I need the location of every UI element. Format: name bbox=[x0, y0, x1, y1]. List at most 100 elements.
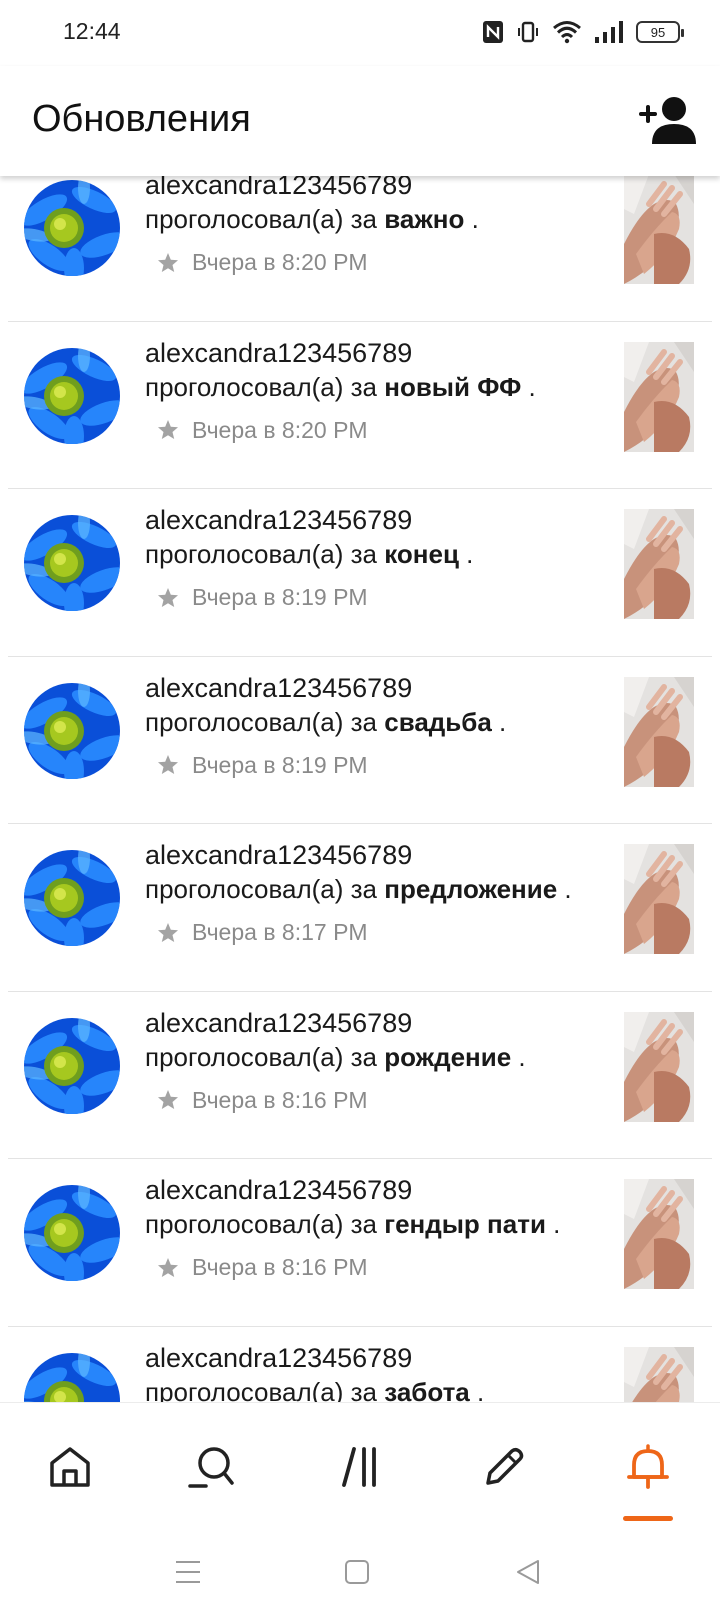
app-header: Обновления bbox=[0, 66, 720, 176]
avatar[interactable] bbox=[24, 1017, 120, 1114]
add-user-button[interactable] bbox=[638, 94, 698, 146]
story-cover-thumbnail[interactable] bbox=[624, 341, 694, 452]
avatar[interactable] bbox=[24, 180, 120, 276]
update-meta: Вчера в 8:16 PM bbox=[156, 1254, 368, 1281]
update-meta: Вчера в 8:17 PM bbox=[156, 919, 368, 946]
update-text: проголосовал(а) за новый ФФ . bbox=[145, 372, 536, 403]
action-target[interactable]: свадьба bbox=[384, 707, 492, 737]
action-target[interactable]: важно bbox=[384, 204, 464, 234]
avatar[interactable] bbox=[24, 682, 120, 779]
star-icon bbox=[158, 587, 178, 607]
update-item[interactable]: alexcandra123456789 проголосовал(а) за н… bbox=[8, 322, 712, 489]
username[interactable]: alexcandra123456789 bbox=[145, 1343, 412, 1374]
menu-icon bbox=[176, 1561, 200, 1583]
avatar[interactable] bbox=[24, 515, 120, 611]
action-target[interactable]: конец bbox=[384, 539, 459, 569]
story-cover-thumbnail[interactable] bbox=[624, 844, 694, 954]
update-item[interactable]: alexcandra123456789 проголосовал(а) за з… bbox=[8, 1327, 712, 1403]
wifi-icon bbox=[553, 21, 581, 44]
avatar[interactable] bbox=[24, 850, 120, 946]
username[interactable]: alexcandra123456789 bbox=[145, 505, 412, 536]
username[interactable]: alexcandra123456789 bbox=[145, 840, 412, 871]
story-cover-thumbnail[interactable] bbox=[624, 176, 694, 284]
system-home-button[interactable] bbox=[335, 1550, 379, 1594]
story-cover-thumbnail[interactable] bbox=[624, 676, 694, 787]
action-verb: проголосовал(а) за bbox=[145, 371, 385, 402]
action-target[interactable]: забота bbox=[384, 1377, 470, 1403]
action-suffix: . bbox=[557, 874, 572, 904]
action-verb: проголосовал(а) за bbox=[145, 1041, 385, 1072]
update-item[interactable]: alexcandra123456789 проголосовал(а) за с… bbox=[8, 657, 712, 824]
action-verb: проголосовал(а) за bbox=[145, 1376, 385, 1403]
update-time: Вчера в 8:19 PM bbox=[192, 751, 368, 778]
system-back-button[interactable] bbox=[506, 1550, 550, 1594]
story-cover-thumbnail[interactable] bbox=[624, 1011, 694, 1122]
update-time: Вчера в 8:17 PM bbox=[192, 919, 368, 945]
update-meta: Вчера в 8:16 PM bbox=[156, 1087, 368, 1114]
avatar[interactable] bbox=[24, 347, 120, 444]
username[interactable]: alexcandra123456789 bbox=[145, 1008, 412, 1039]
system-nav-bar bbox=[0, 1530, 720, 1612]
action-target[interactable]: новый ФФ bbox=[384, 372, 521, 402]
update-text: проголосовал(а) за важно . bbox=[145, 204, 479, 235]
star-icon bbox=[158, 922, 178, 942]
action-verb: проголосовал(а) за bbox=[145, 204, 385, 234]
username[interactable]: alexcandra123456789 bbox=[145, 673, 412, 704]
update-item[interactable]: alexcandra123456789 проголосовал(а) за к… bbox=[8, 489, 712, 657]
action-target[interactable]: рождение bbox=[384, 1042, 511, 1072]
action-verb: проголосовал(а) за bbox=[145, 1209, 385, 1239]
update-time: Вчера в 8:20 PM bbox=[192, 416, 368, 443]
update-item[interactable]: alexcandra123456789 проголосовал(а) за в… bbox=[8, 176, 712, 322]
search-icon bbox=[188, 1447, 234, 1488]
update-item[interactable]: alexcandra123456789 проголосовал(а) за г… bbox=[8, 1159, 712, 1327]
username[interactable]: alexcandra123456789 bbox=[145, 1175, 412, 1206]
username[interactable]: alexcandra123456789 bbox=[145, 176, 412, 201]
action-suffix: . bbox=[511, 1041, 526, 1072]
star-icon bbox=[158, 1090, 178, 1109]
update-time: Вчера в 8:16 PM bbox=[192, 1254, 368, 1280]
nav-home-button[interactable] bbox=[30, 1427, 110, 1507]
update-item[interactable]: alexcandra123456789 проголосовал(а) за р… bbox=[8, 992, 712, 1159]
action-target[interactable]: гендыр пати bbox=[384, 1209, 546, 1239]
update-text: проголосовал(а) за рождение . bbox=[145, 1042, 526, 1073]
star-icon bbox=[158, 252, 178, 272]
action-verb: проголосовал(а) за bbox=[145, 874, 385, 904]
home-square-icon bbox=[345, 1560, 369, 1584]
update-meta: Вчера в 8:20 PM bbox=[156, 249, 368, 276]
star-icon bbox=[158, 1257, 178, 1277]
story-cover-thumbnail[interactable] bbox=[624, 1179, 694, 1289]
nav-write-button[interactable] bbox=[464, 1427, 544, 1507]
system-menu-button[interactable] bbox=[166, 1550, 210, 1594]
notifications-icon bbox=[627, 1444, 669, 1489]
avatar[interactable] bbox=[24, 1352, 120, 1402]
star-icon bbox=[158, 755, 178, 774]
story-cover-thumbnail[interactable] bbox=[624, 1346, 694, 1402]
update-text: проголосовал(а) за предложение . bbox=[145, 874, 572, 905]
nav-search-button[interactable] bbox=[171, 1427, 251, 1507]
update-time: Вчера в 8:19 PM bbox=[192, 584, 368, 610]
action-verb: проголосовал(а) за bbox=[145, 539, 385, 569]
write-icon bbox=[486, 1447, 524, 1485]
update-meta: Вчера в 8:19 PM bbox=[156, 752, 368, 779]
update-text: проголосовал(а) за гендыр пати . bbox=[145, 1209, 560, 1240]
bottom-nav bbox=[0, 1402, 720, 1530]
avatar[interactable] bbox=[24, 1185, 120, 1281]
action-target[interactable]: предложение bbox=[384, 874, 557, 904]
update-text: проголосовал(а) за забота . bbox=[145, 1377, 484, 1403]
nfc-icon bbox=[483, 21, 503, 43]
nav-library-button[interactable] bbox=[322, 1427, 402, 1507]
status-bar: 12:44 95 bbox=[0, 0, 720, 66]
action-suffix: . bbox=[469, 1376, 485, 1403]
library-icon bbox=[342, 1447, 376, 1487]
username[interactable]: alexcandra123456789 bbox=[145, 338, 412, 369]
update-meta: Вчера в 8:19 PM bbox=[156, 584, 368, 611]
story-cover-thumbnail[interactable] bbox=[624, 509, 694, 619]
home-icon bbox=[50, 1447, 90, 1487]
signal-icon bbox=[595, 21, 623, 43]
update-item[interactable]: alexcandra123456789 проголосовал(а) за п… bbox=[8, 824, 712, 992]
nav-notifications-button[interactable] bbox=[608, 1427, 688, 1507]
action-verb: проголосовал(а) за bbox=[145, 706, 385, 737]
updates-list[interactable]: alexcandra123456789 проголосовал(а) за в… bbox=[0, 176, 720, 1402]
update-text: проголосовал(а) за конец . bbox=[145, 539, 473, 570]
status-icons: 95 bbox=[482, 18, 684, 46]
